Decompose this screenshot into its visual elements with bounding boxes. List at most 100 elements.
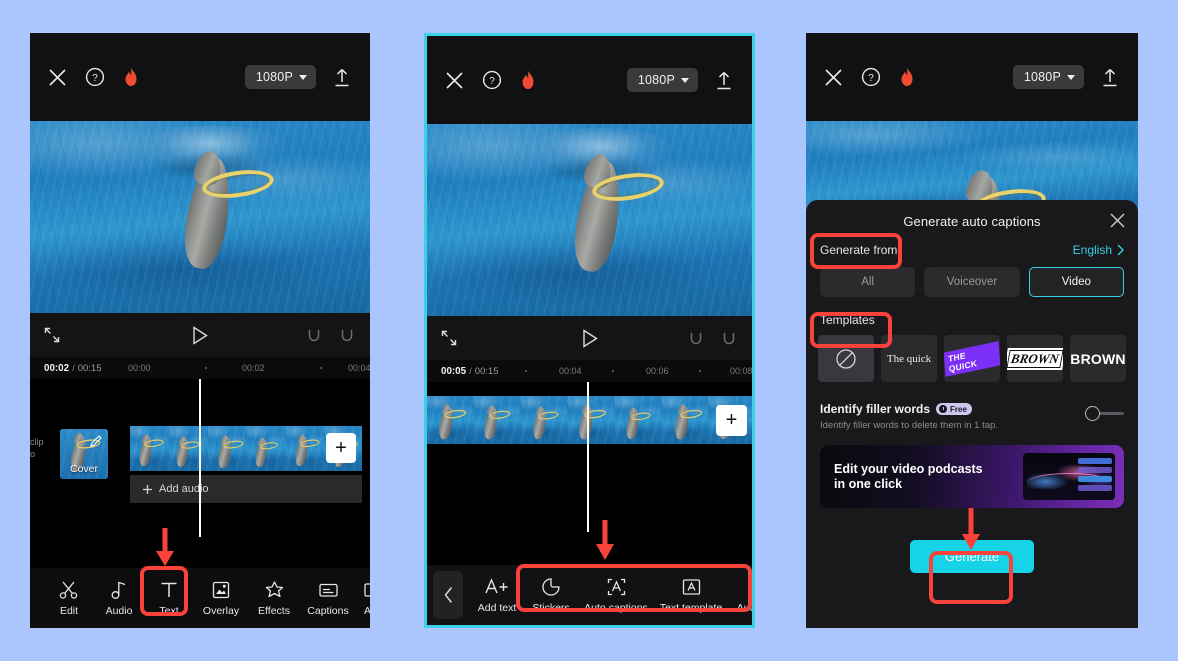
- help-circle-icon[interactable]: ?: [85, 67, 105, 87]
- template-purple[interactable]: THE QUICK: [944, 335, 1000, 382]
- tool-label: Asp: [363, 604, 370, 617]
- add-clip-button[interactable]: +: [326, 433, 356, 463]
- resolution-label: 1080P: [1023, 70, 1061, 84]
- tool-label: Stickers: [532, 601, 570, 614]
- redo-icon[interactable]: [339, 328, 356, 343]
- promo-banner[interactable]: Edit your video podcasts in one click: [820, 445, 1124, 508]
- tool-label: Auto captions: [584, 601, 648, 614]
- templates-label: Templates: [820, 313, 875, 327]
- undo-icon[interactable]: [305, 328, 322, 343]
- tool-text[interactable]: Text: [144, 580, 194, 617]
- ruler-tick: 00:08: [730, 366, 753, 376]
- template-none[interactable]: [818, 335, 874, 382]
- tool-aspect[interactable]: Asp: [356, 580, 370, 617]
- add-clip-button[interactable]: +: [716, 405, 747, 436]
- generate-from-row: Generate from English: [820, 243, 1124, 257]
- source-option-all[interactable]: All: [820, 267, 916, 297]
- resolution-selector[interactable]: 1080P: [626, 68, 698, 92]
- close-icon[interactable]: [48, 68, 67, 87]
- flame-icon[interactable]: [899, 67, 915, 87]
- close-icon[interactable]: [824, 68, 843, 87]
- upload-icon[interactable]: [332, 67, 352, 88]
- fullscreen-icon[interactable]: [44, 327, 60, 343]
- add-clip-label: +: [725, 409, 738, 431]
- annotation-arrow-generate: [962, 508, 980, 550]
- source-label: Voiceover: [946, 276, 998, 288]
- tool-add-text[interactable]: Add text: [471, 577, 523, 614]
- tool-label: Effects: [258, 604, 290, 617]
- close-icon[interactable]: [445, 71, 464, 90]
- resolution-selector[interactable]: 1080P: [244, 65, 316, 89]
- panel1-bottom-toolbar: Edit Audio Text Overlay Effects Captions: [30, 568, 370, 628]
- source-option-voiceover[interactable]: Voiceover: [924, 267, 1020, 297]
- music-note-icon: [111, 581, 126, 599]
- text-template-icon: [682, 578, 700, 595]
- tool-stickers[interactable]: Stickers: [523, 577, 579, 614]
- annotation-arrow-auto-captions: [596, 520, 614, 560]
- playhead[interactable]: [199, 379, 201, 537]
- playhead[interactable]: [587, 382, 589, 532]
- ruler-tick: 00:06: [646, 366, 669, 376]
- template-serif[interactable]: The quick: [881, 335, 937, 382]
- toggle-knob: [1085, 406, 1100, 421]
- phone-panel-2: ? 1080P 00:05 / 00:15 00:04 00:06 00:08 …: [424, 33, 755, 628]
- panel2-timeline-ruler[interactable]: 00:05 / 00:15 00:04 00:06 00:08: [427, 360, 752, 382]
- flame-icon[interactable]: [123, 67, 139, 87]
- screenshot-stage: ? 1080P 00:02 / 00:15 00:00 00:02 00:04 …: [0, 0, 1178, 661]
- upload-icon[interactable]: [714, 70, 734, 91]
- promo-line-1: Edit your video podcasts: [834, 461, 983, 476]
- chevron-down-icon: [299, 74, 307, 80]
- tool-text-template[interactable]: Text template: [653, 577, 729, 614]
- help-circle-icon[interactable]: ?: [861, 67, 881, 87]
- help-circle-icon[interactable]: ?: [482, 70, 502, 90]
- overlay-icon: [212, 581, 230, 598]
- source-label: Video: [1061, 276, 1091, 288]
- template-label: BROWN: [1070, 350, 1126, 367]
- clock-icon: [939, 405, 948, 413]
- tool-label: Audio: [105, 604, 133, 617]
- sparkle-star-icon: [265, 580, 283, 597]
- tool-auto-lyrics[interactable]: Auto lyrics: [729, 577, 752, 614]
- video-clip-strip[interactable]: [427, 396, 752, 444]
- upload-icon[interactable]: [1100, 67, 1120, 88]
- template-outline[interactable]: BROWN: [1007, 335, 1063, 382]
- timeline-edge-text: clip: [30, 437, 44, 447]
- undo-icon[interactable]: [687, 331, 704, 346]
- filler-words-toggle[interactable]: [1085, 406, 1124, 421]
- template-bold[interactable]: BROWN: [1070, 335, 1126, 382]
- templates-row: The quick THE QUICK BROWN BROWN: [818, 335, 1126, 382]
- tool-effects[interactable]: Effects: [248, 580, 300, 617]
- tool-overlay[interactable]: Overlay: [194, 580, 248, 617]
- resolution-selector[interactable]: 1080P: [1012, 65, 1084, 89]
- template-label: BROWN: [1007, 347, 1063, 370]
- play-icon[interactable]: [192, 325, 209, 345]
- play-icon[interactable]: [581, 328, 598, 348]
- panel2-timeline[interactable]: +: [427, 382, 752, 578]
- language-selector[interactable]: English: [1073, 243, 1124, 257]
- annotation-arrow-text-tool: [156, 528, 174, 566]
- source-segment-group: All Voiceover Video: [820, 267, 1124, 297]
- flame-icon[interactable]: [520, 70, 536, 90]
- tool-label: Text: [159, 604, 179, 617]
- add-audio-track[interactable]: Add audio: [130, 475, 362, 503]
- text-t-icon: [161, 582, 177, 597]
- tool-auto-captions[interactable]: Auto captions: [579, 577, 653, 614]
- dialog-title: Generate auto captions: [903, 214, 1041, 229]
- redo-icon[interactable]: [721, 331, 738, 346]
- back-button[interactable]: [433, 571, 463, 619]
- source-option-video[interactable]: Video: [1028, 267, 1124, 297]
- no-template-icon: [836, 348, 856, 369]
- cover-thumbnail[interactable]: Cover: [60, 429, 108, 479]
- tool-label: Add text: [477, 601, 517, 614]
- panel1-top-bar: ? 1080P: [30, 33, 370, 121]
- tool-captions[interactable]: Captions: [300, 580, 356, 617]
- auto-captions-icon: [607, 578, 625, 595]
- panel1-timeline-ruler[interactable]: 00:02 / 00:15 00:00 00:02 00:04: [30, 357, 370, 379]
- panel2-bottom-toolbar: Add text Stickers Auto captions Text tem…: [427, 565, 752, 625]
- fullscreen-icon[interactable]: [441, 330, 457, 346]
- svg-text:?: ?: [868, 73, 874, 84]
- tool-audio[interactable]: Audio: [94, 580, 144, 617]
- tool-edit[interactable]: Edit: [44, 580, 94, 617]
- close-icon[interactable]: [1109, 212, 1126, 229]
- tool-label: Overlay: [202, 604, 240, 617]
